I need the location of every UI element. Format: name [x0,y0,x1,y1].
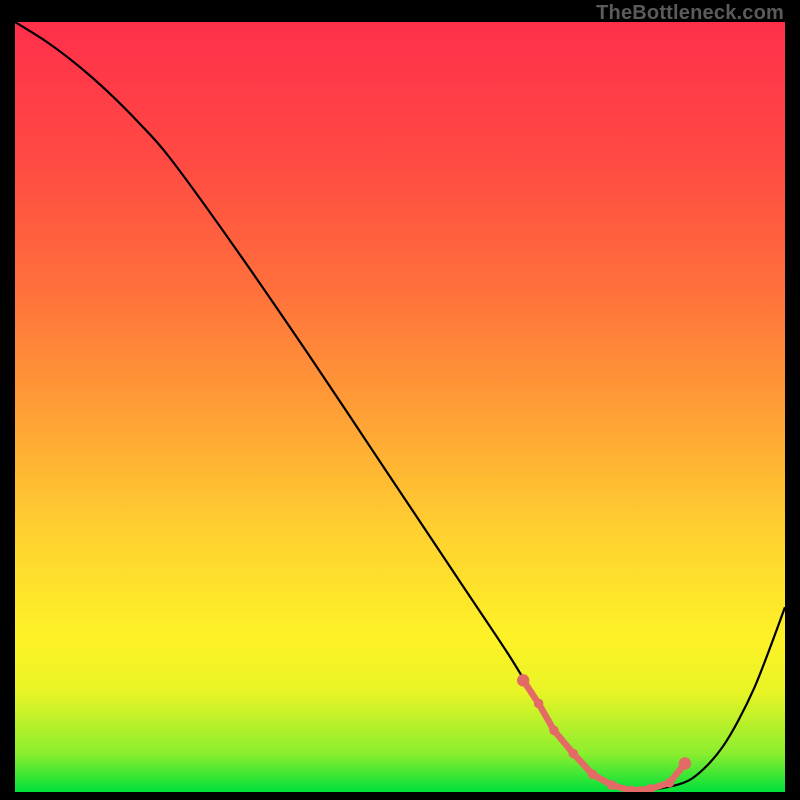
valley-dot [568,749,578,759]
valley-dot [534,699,544,709]
valley-dot [517,674,529,686]
chart-svg [15,22,785,792]
valley-dot [549,726,559,736]
gradient-background [15,22,785,792]
valley-dot [665,778,675,788]
valley-dot [588,769,598,779]
plot-area [15,22,785,792]
valley-dot [679,757,691,769]
valley-dot [607,780,617,790]
chart-stage: TheBottleneck.com [0,0,800,800]
